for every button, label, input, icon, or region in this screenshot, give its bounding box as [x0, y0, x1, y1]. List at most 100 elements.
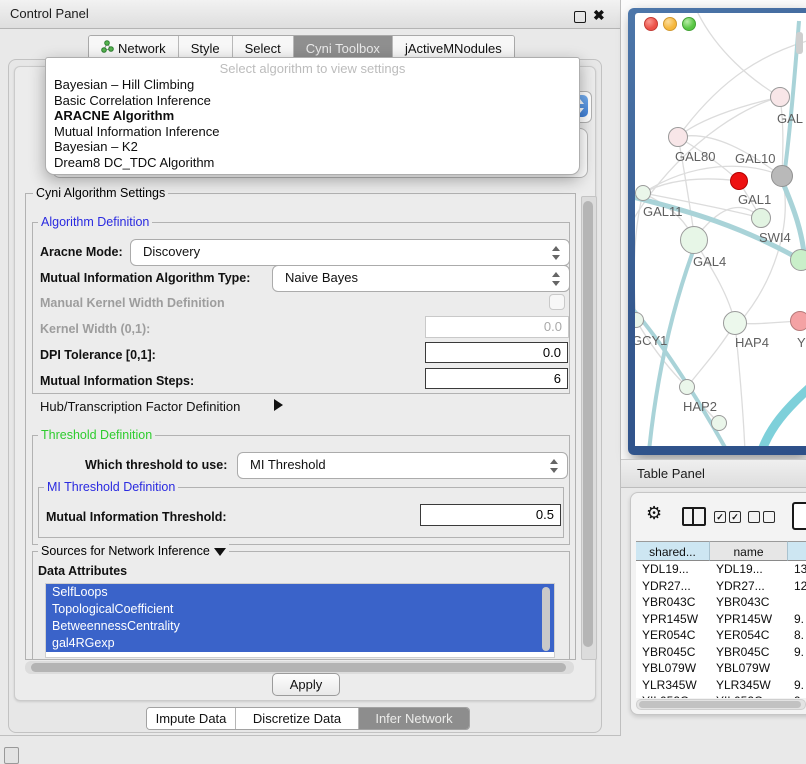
- cyni-algorithm-settings-title: Cyni Algorithm Settings: [33, 186, 168, 200]
- collapsed-panel-icon[interactable]: [4, 747, 19, 764]
- table-horizontal-scrollbar[interactable]: [636, 699, 806, 710]
- table-cell: YBL079W: [710, 660, 788, 677]
- attributes-list-scrollbar[interactable]: [542, 587, 550, 651]
- mi-steps-label: Mutual Information Steps:: [40, 374, 194, 388]
- node-label-gcy1: GCY1: [635, 333, 667, 348]
- table-icon[interactable]: [792, 502, 806, 530]
- network-node-hap4[interactable]: [723, 311, 747, 335]
- deselect-all-checkboxes-icon[interactable]: [748, 511, 775, 523]
- network-node-gal1[interactable]: [751, 208, 771, 228]
- tab-impute-data[interactable]: Impute Data: [147, 708, 236, 729]
- algorithm-dropdown: Select algorithm to view settings Bayesi…: [45, 57, 580, 175]
- network-node-y[interactable]: [790, 311, 806, 331]
- table-cell: YBR045C: [636, 644, 710, 661]
- table-cell: [788, 660, 806, 677]
- column-header-shared[interactable]: shared...: [636, 541, 710, 561]
- network-view-window[interactable]: GALGAL80GAL10GAL11GAL1SWI4GAL4GCY1HAP4YH…: [628, 8, 806, 455]
- algorithm-item-mutual-information-inference[interactable]: Mutual Information Inference: [46, 124, 579, 140]
- network-node[interactable]: [771, 165, 793, 187]
- expand-right-icon[interactable]: [274, 399, 283, 411]
- table-cell: YBR043C: [636, 594, 710, 611]
- table-cell: YPR145W: [710, 611, 788, 628]
- table-cell: YDR27...: [636, 578, 710, 595]
- network-node-gal11[interactable]: [635, 185, 651, 201]
- table-cell: 8.: [788, 627, 806, 644]
- hub-definition-expander[interactable]: Hub/Transcription Factor Definition: [40, 399, 240, 414]
- float-window-icon[interactable]: [574, 11, 586, 23]
- network-node[interactable]: [711, 415, 727, 431]
- network-node-gal4[interactable]: [680, 226, 708, 254]
- kernel-width-input[interactable]: 0.0: [425, 316, 569, 338]
- tab-infer-network[interactable]: Infer Network: [359, 708, 469, 729]
- table-cell: 9: [788, 693, 806, 698]
- network-node-gcy1[interactable]: [635, 312, 644, 328]
- chevron-updown-icon: [552, 272, 560, 286]
- tab-label: Select: [245, 41, 281, 56]
- table-cell: 9.: [788, 677, 806, 694]
- scrollbar-thumb[interactable]: [31, 663, 566, 672]
- column-header-a[interactable]: A: [788, 541, 806, 561]
- algorithm-item-aracne-algorithm[interactable]: ARACNE Algorithm: [46, 108, 579, 124]
- table-cell: 13: [788, 561, 806, 578]
- table-row[interactable]: YDL19...YDL19...13: [636, 561, 806, 578]
- node-label-gal: GAL: [777, 111, 803, 126]
- mi-steps-input[interactable]: 6: [425, 368, 568, 389]
- network-node-gal10[interactable]: [730, 172, 748, 190]
- column-header-name[interactable]: name: [710, 541, 788, 561]
- network-node-swi4[interactable]: [790, 249, 806, 271]
- table-row[interactable]: YBL079WYBL079W: [636, 660, 806, 677]
- table-cell: YPR145W: [636, 611, 710, 628]
- control-panel-title: Control Panel: [10, 6, 89, 21]
- algorithm-item-dream8-dc-tdc-algorithm[interactable]: Dream8 DC_TDC Algorithm: [46, 155, 579, 171]
- control-panel: Control Panel ✖ NetworkStyleSelectCyni T…: [0, 0, 621, 736]
- table-row[interactable]: YBR043CYBR043C: [636, 594, 806, 611]
- attribute-item-gal4rgexp[interactable]: gal4RGexp: [46, 635, 554, 652]
- aracne-mode-combobox[interactable]: Discovery: [130, 239, 570, 266]
- manual-kernel-label: Manual Kernel Width Definition: [40, 296, 225, 310]
- algorithm-item-bayesian-k2[interactable]: Bayesian – K2: [46, 139, 579, 155]
- table-row[interactable]: YER054CYER054C8.: [636, 627, 806, 644]
- table-row[interactable]: YLR345WYLR345W9.: [636, 677, 806, 694]
- network-node-gal80[interactable]: [668, 127, 688, 147]
- attribute-item-topologicalcoefficient[interactable]: TopologicalCoefficient: [46, 601, 554, 618]
- network-node-gal[interactable]: [770, 87, 790, 107]
- node-label-gal80: GAL80: [675, 149, 715, 164]
- screen: Control Panel ✖ NetworkStyleSelectCyni T…: [0, 0, 806, 762]
- network-scrollbar[interactable]: [796, 32, 803, 54]
- table-row[interactable]: YDR27...YDR27...12: [636, 578, 806, 595]
- mi-type-combobox[interactable]: Naive Bayes: [272, 265, 570, 292]
- minimize-traffic-light-icon[interactable]: [663, 17, 677, 31]
- table-row[interactable]: YBR045CYBR045C9.: [636, 644, 806, 661]
- zoom-traffic-light-icon[interactable]: [682, 17, 696, 31]
- tab-discretize-data[interactable]: Discretize Data: [236, 708, 359, 729]
- data-attributes-list[interactable]: SelfLoopsTopologicalCoefficientBetweenne…: [45, 583, 555, 658]
- which-threshold-value: MI Threshold: [250, 457, 326, 472]
- close-traffic-light-icon[interactable]: [644, 17, 658, 31]
- attribute-item-betweennesscentrality[interactable]: BetweennessCentrality: [46, 618, 554, 635]
- manual-kernel-checkbox[interactable]: [549, 294, 565, 310]
- table-cell: YDL19...: [636, 561, 710, 578]
- scrollbar-thumb[interactable]: [583, 201, 593, 647]
- table-cell: YLR345W: [710, 677, 788, 694]
- gear-icon[interactable]: ⚙: [646, 503, 662, 524]
- network-canvas[interactable]: GALGAL80GAL10GAL11GAL1SWI4GAL4GCY1HAP4YH…: [635, 13, 806, 446]
- table-row[interactable]: YPR145WYPR145W9.: [636, 611, 806, 628]
- algorithm-item-basic-correlation-inference[interactable]: Basic Correlation Inference: [46, 93, 579, 109]
- mi-threshold-input[interactable]: 0.5: [420, 504, 561, 526]
- tab-label: Network: [118, 41, 166, 56]
- attribute-item-selfloops[interactable]: SelfLoops: [46, 584, 554, 601]
- settings-vertical-scrollbar[interactable]: [581, 196, 597, 660]
- mi-type-label: Mutual Information Algorithm Type:: [40, 271, 250, 285]
- which-threshold-combobox[interactable]: MI Threshold: [237, 452, 568, 479]
- close-icon[interactable]: ✖: [593, 7, 605, 24]
- scrollbar-thumb[interactable]: [639, 701, 801, 708]
- sources-group-title[interactable]: Sources for Network Inference: [38, 544, 229, 558]
- select-all-checkboxes-icon[interactable]: ✓✓: [714, 511, 741, 523]
- table-row[interactable]: YIL052CYIL052C9: [636, 693, 806, 698]
- control-panel-titlebar: Control Panel: [0, 0, 620, 29]
- column-view-icon[interactable]: [682, 507, 706, 526]
- algorithm-item-bayesian-hill-climbing[interactable]: Bayesian – Hill Climbing: [46, 77, 579, 93]
- network-node-hap2[interactable]: [679, 379, 695, 395]
- dpi-tolerance-input[interactable]: 0.0: [425, 342, 568, 363]
- apply-button[interactable]: Apply: [272, 673, 340, 696]
